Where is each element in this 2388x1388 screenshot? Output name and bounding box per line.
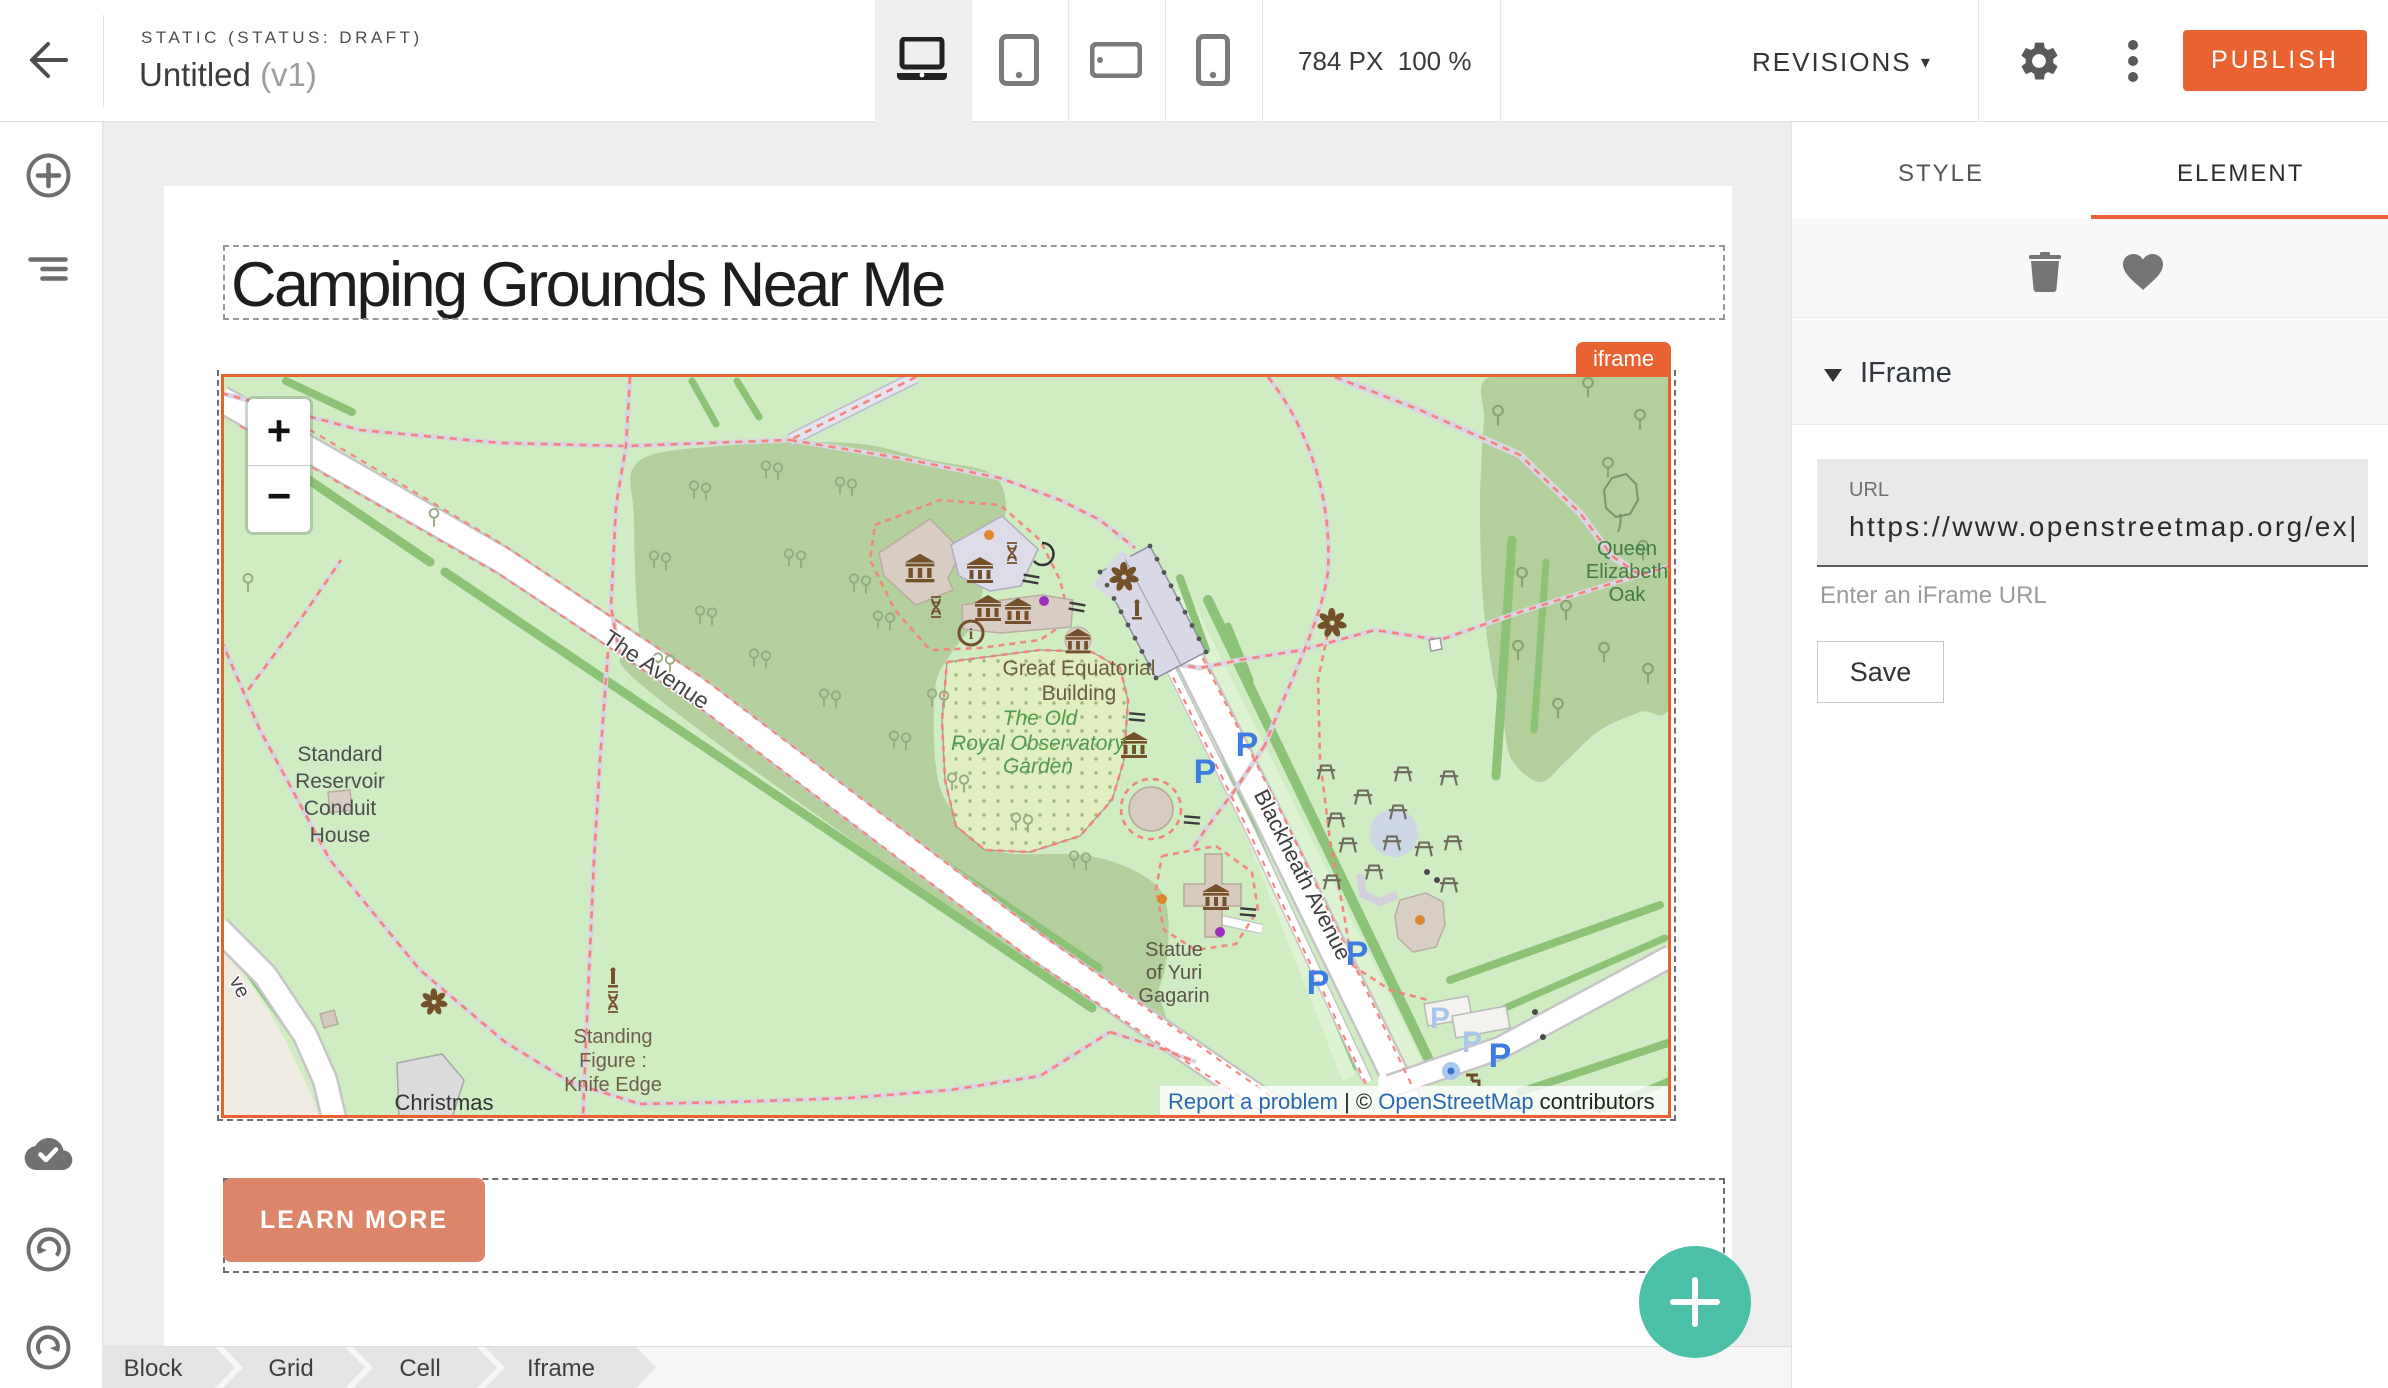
svg-text:Report a problem | © OpenStree: Report a problem | © OpenStreetMap contr…	[1168, 1089, 1655, 1114]
svg-text:P: P	[1462, 1026, 1482, 1059]
svg-text:Cell: Cell	[399, 1355, 440, 1382]
svg-text:of Yuri: of Yuri	[1146, 962, 1202, 984]
svg-text:Reservoir: Reservoir	[295, 770, 385, 793]
svg-text:House: House	[310, 824, 371, 847]
svg-text:Elizabeth: Elizabeth	[1586, 561, 1668, 583]
svg-text:P: P	[1430, 1002, 1450, 1035]
svg-text:P: P	[1489, 1037, 1512, 1075]
svg-text:Standard: Standard	[297, 743, 382, 766]
svg-text:Standing: Standing	[574, 1026, 653, 1048]
svg-text:Garden: Garden	[1003, 755, 1073, 778]
svg-text:Statue: Statue	[1145, 939, 1203, 961]
svg-text:Building: Building	[1042, 682, 1117, 705]
svg-text:The Old: The Old	[1003, 707, 1079, 730]
svg-text:Conduit: Conduit	[304, 797, 377, 820]
svg-text:P: P	[1307, 964, 1330, 1002]
svg-text:Royal Observatory: Royal Observatory	[951, 732, 1126, 755]
svg-text:P: P	[1194, 753, 1217, 791]
svg-text:Great Equatorial: Great Equatorial	[1003, 657, 1156, 680]
svg-text:Gagarin: Gagarin	[1138, 985, 1209, 1007]
svg-text:i: i	[969, 626, 974, 643]
svg-text:Oak: Oak	[1609, 584, 1647, 606]
svg-text:Queen: Queen	[1597, 538, 1657, 560]
svg-text:Iframe: Iframe	[527, 1355, 595, 1382]
svg-text:Grid: Grid	[268, 1355, 313, 1382]
svg-text:Figure :: Figure :	[579, 1050, 647, 1072]
svg-text:Block: Block	[124, 1355, 184, 1382]
svg-text:Christmas: Christmas	[394, 1090, 493, 1115]
svg-text:Knife Edge: Knife Edge	[564, 1074, 662, 1096]
svg-text:P: P	[1236, 726, 1259, 764]
